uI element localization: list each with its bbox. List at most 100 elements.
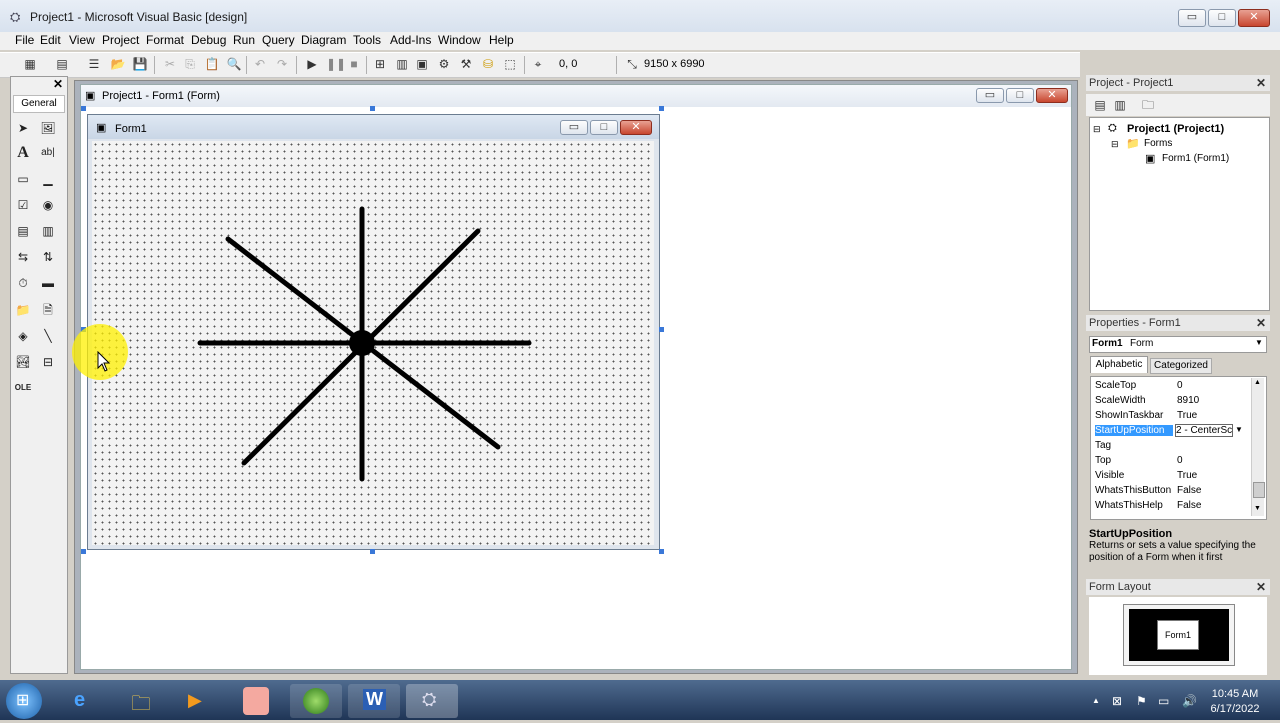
pointer-tool-icon[interactable]: ➤ <box>14 119 32 137</box>
commandbutton-tool-icon[interactable]: ▁ <box>39 170 57 188</box>
component-manager-icon[interactable]: ⬚ <box>502 56 518 72</box>
properties-close-icon[interactable]: ✕ <box>1254 316 1268 330</box>
menu-format[interactable]: Format <box>146 33 184 47</box>
resize-handle[interactable] <box>659 549 664 554</box>
designer-close-button[interactable]: ✕ <box>1036 88 1068 103</box>
designer-minimize-button[interactable]: ▭ <box>976 88 1004 103</box>
menu-run[interactable]: Run <box>233 33 255 47</box>
tray-arrow-icon[interactable]: ▲ <box>1092 696 1100 705</box>
tray-volume-icon[interactable]: 🔊 <box>1182 694 1197 708</box>
menu-add-ins[interactable]: Add-Ins <box>390 33 431 47</box>
form1-design-grid[interactable] <box>92 141 654 545</box>
taskbar-ie-icon[interactable]: e <box>58 684 110 718</box>
data-tool-icon[interactable]: ⊟ <box>39 353 57 371</box>
property-row[interactable]: ScaleTop 0 <box>1093 379 1249 394</box>
menu-diagram[interactable]: Diagram <box>301 33 346 47</box>
tab-alphabetic[interactable]: Alphabetic <box>1090 356 1148 373</box>
picturebox-tool-icon[interactable]: 🖼 <box>39 119 57 137</box>
textbox-tool-icon[interactable]: ab| <box>39 144 57 162</box>
paste-icon[interactable]: 📋 <box>204 56 220 72</box>
forms-folder[interactable]: Forms <box>1144 138 1172 149</box>
image-tool-icon[interactable]: 🏞 <box>14 353 32 371</box>
line-tool-icon[interactable]: ╲ <box>39 327 57 345</box>
ole-tool-icon[interactable]: OLE <box>14 379 32 397</box>
scroll-thumb[interactable] <box>1253 482 1265 498</box>
property-row[interactable]: WhatsThisButton False <box>1093 484 1249 499</box>
close-button[interactable]: ✕ <box>1238 9 1270 27</box>
menu-help[interactable]: Help <box>489 33 514 47</box>
add-project-icon[interactable]: ▦ <box>22 56 38 72</box>
toolbox-close-icon[interactable]: ✕ <box>51 77 65 91</box>
property-row[interactable]: Top 0 <box>1093 454 1249 469</box>
property-row[interactable]: ScaleWidth 8910 <box>1093 394 1249 409</box>
property-row[interactable]: Tag <box>1093 439 1249 454</box>
add-form-icon[interactable]: ▤ <box>54 56 70 72</box>
menu-window[interactable]: Window <box>438 33 481 47</box>
resize-handle[interactable] <box>659 106 664 111</box>
tray-flag-icon[interactable]: ⚑ <box>1136 694 1147 708</box>
project-close-icon[interactable]: ✕ <box>1254 76 1268 90</box>
tray-network-icon[interactable]: ⊠ <box>1112 694 1122 708</box>
resize-handle[interactable] <box>659 327 664 332</box>
property-row-selected[interactable]: StartUpPosition 2 - CenterSc ▼ <box>1093 424 1249 439</box>
resize-handle[interactable] <box>81 106 86 111</box>
resize-handle[interactable] <box>81 549 86 554</box>
taskbar-explorer-icon[interactable]: 🗀 <box>116 684 168 718</box>
property-scrollbar[interactable]: ▲ ▼ <box>1251 378 1265 516</box>
form1-node[interactable]: Form1 (Form1) <box>1162 153 1229 164</box>
timer-tool-icon[interactable]: ⏱ <box>14 274 32 292</box>
toolbox-general-tab[interactable]: General <box>13 95 65 113</box>
filelistbox-tool-icon[interactable]: 🗎 <box>39 301 57 319</box>
resize-handle[interactable] <box>370 549 375 554</box>
project-explorer-icon[interactable]: ⊞ <box>372 56 388 72</box>
redo-icon[interactable]: ↷ <box>274 56 290 72</box>
optionbutton-tool-icon[interactable]: ◉ <box>39 196 57 214</box>
combobox-tool-icon[interactable]: ▤ <box>14 222 32 240</box>
taskbar-browser-icon[interactable] <box>290 684 342 718</box>
taskbar-word-icon[interactable]: W <box>348 684 400 718</box>
view-code-icon[interactable]: ▤ <box>1092 97 1108 113</box>
maximize-button[interactable]: □ <box>1208 9 1236 27</box>
chevron-down-icon[interactable]: ▼ <box>1255 338 1263 347</box>
toolbox-icon[interactable]: ⚒ <box>458 56 474 72</box>
find-icon[interactable]: 🔍 <box>226 56 242 72</box>
resize-handle[interactable] <box>370 106 375 111</box>
listbox-tool-icon[interactable]: ▥ <box>39 222 57 240</box>
object-selector[interactable]: Form1 Form ▼ <box>1089 336 1267 353</box>
form1-window[interactable]: ▣ Form1 ▭ □ ✕ <box>87 114 660 550</box>
undo-icon[interactable]: ↶ <box>252 56 268 72</box>
tray-battery-icon[interactable]: ▭ <box>1158 694 1169 708</box>
taskbar-media-player-icon[interactable]: ▶ <box>172 684 224 718</box>
data-view-icon[interactable]: ⛁ <box>480 56 496 72</box>
view-object-icon[interactable]: ▥ <box>1112 97 1128 113</box>
checkbox-tool-icon[interactable]: ☑ <box>14 196 32 214</box>
form-layout-close-icon[interactable]: ✕ <box>1254 580 1268 594</box>
object-browser-icon[interactable]: ⚙ <box>436 56 452 72</box>
tree-expand-icon[interactable]: ⊟ <box>1093 124 1101 135</box>
frame-tool-icon[interactable]: ▭ <box>14 170 32 188</box>
taskbar-app-icon[interactable] <box>230 684 282 718</box>
tab-categorized[interactable]: Categorized <box>1150 358 1212 374</box>
break-icon[interactable]: ❚❚ <box>326 56 346 72</box>
scroll-up-icon[interactable]: ▲ <box>1254 379 1261 386</box>
minimize-button[interactable]: ▭ <box>1178 9 1206 27</box>
form-layout-preview[interactable]: Form1 <box>1157 620 1199 650</box>
project-root[interactable]: Project1 (Project1) <box>1127 123 1224 135</box>
scroll-down-icon[interactable]: ▼ <box>1254 505 1261 512</box>
tray-clock[interactable]: 10:45 AM 6/17/2022 <box>1200 687 1270 717</box>
form-layout-icon[interactable]: ▣ <box>414 56 430 72</box>
start-icon[interactable]: ▶ <box>304 56 320 72</box>
toggle-folders-icon[interactable]: 🗀 <box>1140 97 1156 113</box>
designer-maximize-button[interactable]: □ <box>1006 88 1034 103</box>
menu-tools[interactable]: Tools <box>353 33 381 47</box>
hscrollbar-tool-icon[interactable]: ⇆ <box>14 248 32 266</box>
cut-icon[interactable]: ✂ <box>162 56 178 72</box>
menu-editor-icon[interactable]: ☰ <box>86 56 102 72</box>
save-project-icon[interactable]: 💾 <box>132 56 148 72</box>
property-row[interactable]: WhatsThisHelp False <box>1093 499 1249 514</box>
copy-icon[interactable]: ⎘ <box>182 56 198 72</box>
menu-query[interactable]: Query <box>262 33 295 47</box>
shape-tool-icon[interactable]: ◈ <box>14 327 32 345</box>
tree-expand-icon[interactable]: ⊟ <box>1111 139 1119 150</box>
label-tool-icon[interactable]: A <box>14 144 32 162</box>
